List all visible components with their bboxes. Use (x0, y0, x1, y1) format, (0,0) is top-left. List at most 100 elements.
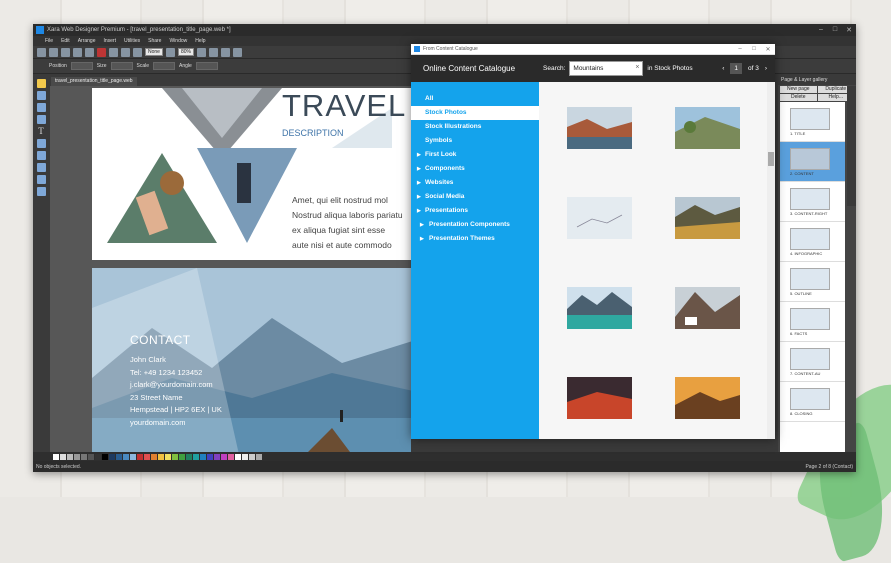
color-swatch[interactable] (256, 454, 262, 460)
category-presentation-themes[interactable]: ▶Presentation Themes (411, 232, 539, 246)
page-number-input[interactable]: 1 (730, 63, 742, 74)
rectangle-tool-icon[interactable] (37, 91, 46, 100)
close-icon[interactable]: ✕ (842, 26, 856, 34)
color-swatch[interactable] (81, 454, 87, 460)
preview-icon[interactable] (221, 48, 230, 57)
page-thumb[interactable]: 8. CLOSING (780, 382, 845, 422)
photo-thumbnail[interactable] (567, 287, 632, 329)
maximize-icon[interactable]: □ (747, 46, 761, 53)
zoom-tool-icon[interactable] (133, 48, 142, 57)
delete-icon[interactable] (97, 48, 106, 57)
zoom-icon[interactable] (166, 48, 175, 57)
color-swatch[interactable] (95, 454, 101, 460)
color-swatch[interactable] (235, 454, 241, 460)
scrollbar-thumb[interactable] (768, 152, 774, 166)
menu-insert[interactable]: Insert (103, 38, 116, 44)
menu-utilities[interactable]: Utilities (124, 38, 140, 44)
color-swatch[interactable] (186, 454, 192, 460)
document-tab[interactable]: travel_presentation_title_page.web (51, 77, 137, 86)
photo-thumbnail[interactable] (675, 197, 740, 239)
color-swatch[interactable] (151, 454, 157, 460)
photo-thumbnail[interactable] (675, 377, 740, 419)
angle-field[interactable] (196, 62, 218, 70)
color-swatch[interactable] (207, 454, 213, 460)
zoom-value-dropdown[interactable]: 80% (178, 48, 194, 56)
color-swatch[interactable] (137, 454, 143, 460)
shadow-tool-icon[interactable] (37, 163, 46, 172)
photo-thumbnail[interactable] (567, 377, 632, 419)
color-swatch[interactable] (200, 454, 206, 460)
publish-icon[interactable] (233, 48, 242, 57)
page-thumb[interactable]: 4. INFOGRAPHIC (780, 222, 845, 262)
page-thumb-selected[interactable]: 2. CONTENT (780, 142, 845, 182)
photo-thumbnail[interactable] (675, 107, 740, 149)
page-contact-slide[interactable]: CONTACT John Clark Tel: +49 1234 123452 … (92, 268, 411, 460)
results-scrollbar[interactable] (767, 82, 775, 439)
color-swatch[interactable] (116, 454, 122, 460)
undo-icon[interactable] (109, 48, 118, 57)
color-swatch[interactable] (67, 454, 73, 460)
page-thumb[interactable]: 7. CONTENT-AU (780, 342, 845, 382)
category-social-media[interactable]: ▶Social Media (411, 190, 539, 204)
page-thumb[interactable]: 1. TITLE (780, 102, 845, 142)
pen-tool-icon[interactable] (37, 115, 46, 124)
copy-icon[interactable] (73, 48, 82, 57)
photo-thumbnail[interactable] (675, 287, 740, 329)
minimize-icon[interactable]: – (814, 26, 828, 34)
align-icon[interactable] (197, 48, 206, 57)
category-components[interactable]: ▶Components (411, 162, 539, 176)
category-presentation-components[interactable]: ▶Presentation Components (411, 218, 539, 232)
menu-edit[interactable]: Edit (61, 38, 70, 44)
gallery-side-tabs[interactable] (847, 86, 856, 206)
color-swatch[interactable] (221, 454, 227, 460)
category-symbols[interactable]: Symbols (411, 134, 539, 148)
size-field[interactable] (111, 62, 133, 70)
scale-field[interactable] (153, 62, 175, 70)
document-canvas[interactable]: TRAVEL DESCRIPTION Amet, qui elit nostru… (50, 86, 411, 460)
color-swatch[interactable] (130, 454, 136, 460)
text-tool-icon[interactable]: T (37, 127, 46, 136)
open-icon[interactable] (49, 48, 58, 57)
color-swatch[interactable] (60, 454, 66, 460)
link-icon[interactable] (209, 48, 218, 57)
color-swatch[interactable] (123, 454, 129, 460)
category-stock-photos[interactable]: Stock Photos (411, 106, 539, 120)
color-swatch[interactable] (193, 454, 199, 460)
menu-arrange[interactable]: Arrange (78, 38, 96, 44)
new-icon[interactable] (37, 48, 46, 57)
selector-tool-icon[interactable] (37, 79, 46, 88)
category-first-look[interactable]: ▶First Look (411, 148, 539, 162)
color-swatch[interactable] (102, 454, 108, 460)
color-swatch[interactable] (144, 454, 150, 460)
transparency-tool-icon[interactable] (37, 151, 46, 160)
redo-icon[interactable] (121, 48, 130, 57)
color-swatch[interactable] (242, 454, 248, 460)
photo-thumbnail[interactable] (567, 197, 632, 239)
color-swatch[interactable] (214, 454, 220, 460)
close-icon[interactable]: ✕ (761, 46, 775, 53)
clear-search-icon[interactable]: × (635, 64, 639, 71)
photo-tool-icon[interactable] (37, 175, 46, 184)
paste-icon[interactable] (85, 48, 94, 57)
page-thumb[interactable]: 3. CONTENT-RIGHT (780, 182, 845, 222)
category-presentations[interactable]: ▶Presentations (411, 204, 539, 218)
delete-button[interactable]: Delete (780, 94, 817, 101)
color-swatch[interactable] (158, 454, 164, 460)
color-swatch[interactable] (172, 454, 178, 460)
photo-thumbnail[interactable] (567, 107, 632, 149)
category-websites[interactable]: ▶Websites (411, 176, 539, 190)
fill-tool-icon[interactable] (37, 139, 46, 148)
shape-tool-icon[interactable] (37, 103, 46, 112)
color-swatch[interactable] (53, 454, 59, 460)
category-stock-illustrations[interactable]: Stock Illustrations (411, 120, 539, 134)
menu-file[interactable]: File (45, 38, 53, 44)
new-page-button[interactable]: New page (780, 86, 817, 93)
save-icon[interactable] (61, 48, 70, 57)
category-all[interactable]: All (411, 92, 539, 106)
next-page-icon[interactable]: › (765, 65, 767, 72)
color-swatch[interactable] (88, 454, 94, 460)
color-swatch[interactable] (179, 454, 185, 460)
page-thumb[interactable]: 5. OUTLINE (780, 262, 845, 302)
color-swatch[interactable] (165, 454, 171, 460)
minimize-icon[interactable]: – (733, 46, 747, 53)
